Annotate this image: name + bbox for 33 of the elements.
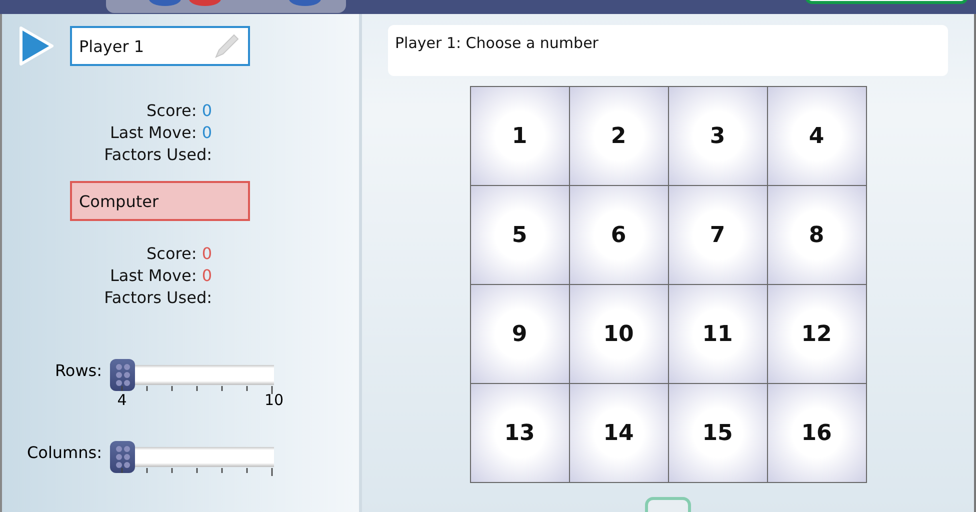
slider-thumb[interactable] <box>110 441 135 473</box>
number-tile[interactable]: 11 <box>668 285 766 383</box>
number-tile[interactable]: 4 <box>768 87 866 185</box>
number-tile[interactable]: 16 <box>768 384 866 482</box>
player-name-field[interactable]: Computer <box>70 181 250 221</box>
number-tile[interactable]: 15 <box>668 384 766 482</box>
score-text: Score: 0 <box>146 101 212 120</box>
number-tile[interactable]: 14 <box>570 384 668 482</box>
slider-label: Columns: <box>26 442 103 462</box>
number-tile[interactable]: 7 <box>668 186 766 284</box>
number-tile[interactable]: 13 <box>470 384 568 482</box>
number-tile[interactable]: 6 <box>570 186 668 284</box>
number-tile[interactable]: 5 <box>470 186 568 284</box>
message-text: Player 1: Choose a number <box>388 25 948 76</box>
number-tile[interactable]: 10 <box>570 285 668 383</box>
number-tile[interactable]: 3 <box>668 87 766 185</box>
factors-used-label: Factors Used: <box>104 288 212 307</box>
factors-used-label: Factors Used: <box>104 145 212 164</box>
score-text: Score: 0 <box>146 244 212 263</box>
number-tile[interactable]: 1 <box>470 87 568 185</box>
max-label: 10 <box>264 391 284 409</box>
number-tile[interactable]: 12 <box>768 285 866 383</box>
player-name: Player 1 <box>79 36 144 56</box>
number-tile[interactable]: 8 <box>768 186 866 284</box>
slider-thumb[interactable] <box>110 359 135 391</box>
slider-label: Rows: <box>54 360 103 380</box>
last-move-text: Last Move: 0 <box>110 266 212 285</box>
number-tile[interactable]: 9 <box>470 285 568 383</box>
player-name-field[interactable]: Player 1 <box>70 26 250 66</box>
last-move-text: Last Move: 0 <box>110 123 212 142</box>
player-name: Computer <box>79 192 159 210</box>
min-label: 4 <box>117 391 127 409</box>
number-tile[interactable]: 2 <box>570 87 668 185</box>
